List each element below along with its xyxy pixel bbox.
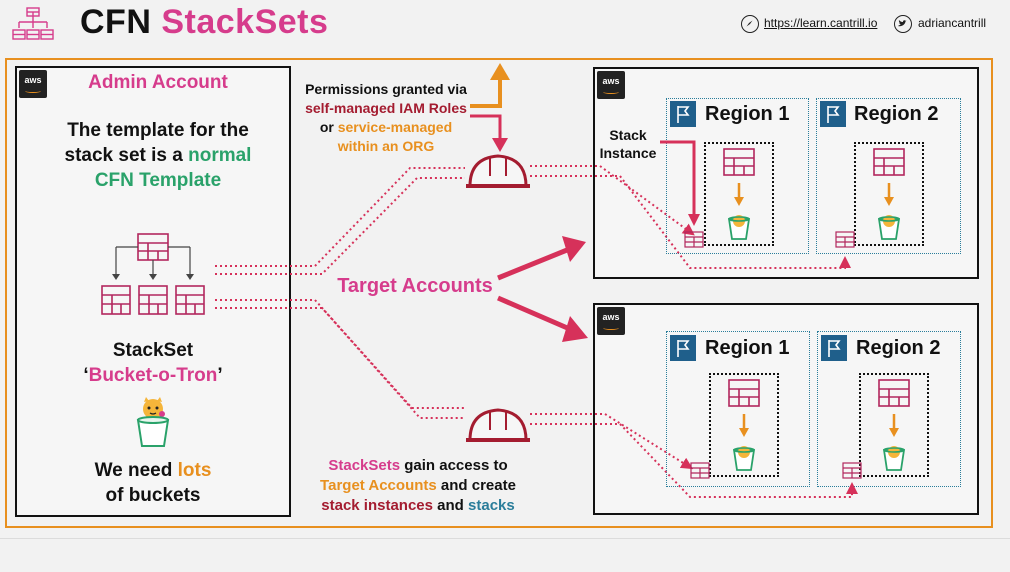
arrow-icon xyxy=(884,183,894,206)
cfn-template-icon xyxy=(728,379,760,407)
arrow-icon xyxy=(889,414,899,437)
bucket-icon xyxy=(877,215,901,240)
hard-hat-icon xyxy=(466,154,530,188)
arrow-icon xyxy=(470,63,510,108)
arrow-icon xyxy=(497,236,586,281)
cfn-template-icon xyxy=(690,462,710,479)
cfn-template-icon xyxy=(723,148,755,176)
arrow-icon xyxy=(497,295,588,342)
cfn-template-icon xyxy=(684,231,704,248)
cfn-template-icon xyxy=(873,148,905,176)
cfn-template-icon xyxy=(842,462,862,479)
footer-divider xyxy=(0,538,1010,539)
bucket-icon xyxy=(727,215,751,240)
bucket-icon xyxy=(882,446,906,471)
hard-hat-icon xyxy=(466,408,530,442)
stack-template-group xyxy=(723,148,755,240)
arrow-icon xyxy=(470,114,508,152)
stack-template-group xyxy=(878,379,910,471)
stack-template-group xyxy=(873,148,905,240)
cfn-template-icon xyxy=(835,231,855,248)
connector-layer xyxy=(215,63,910,498)
arrow-icon xyxy=(734,183,744,206)
cfn-template-icon xyxy=(878,379,910,407)
bucket-icon xyxy=(732,446,756,471)
stack-template-group xyxy=(728,379,760,471)
arrow-icon xyxy=(739,414,749,437)
